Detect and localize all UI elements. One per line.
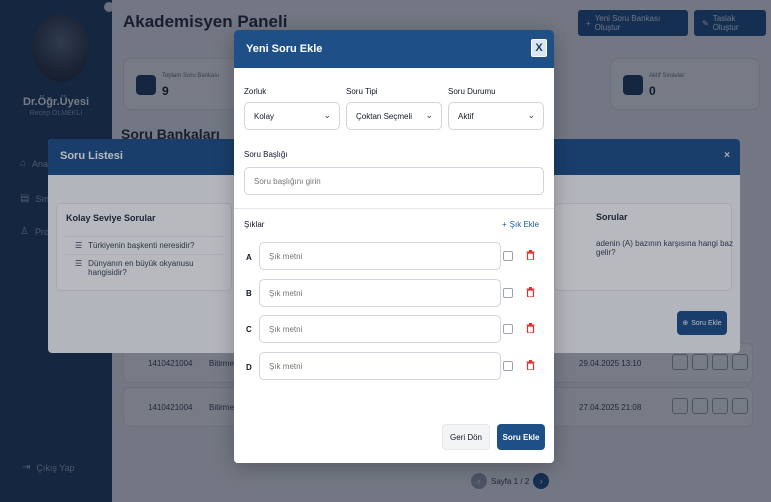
correct-answer-checkbox[interactable] bbox=[503, 324, 513, 334]
submit-question-button[interactable]: Soru Ekle bbox=[497, 424, 545, 450]
question-type-select[interactable]: Çoktan Seçmeli ⌄ bbox=[346, 102, 442, 130]
trash-icon[interactable] bbox=[526, 287, 535, 297]
chevron-down-icon: ⌄ bbox=[425, 110, 433, 120]
type-label: Soru Tipi bbox=[346, 87, 378, 96]
trash-icon[interactable] bbox=[526, 323, 535, 333]
correct-answer-checkbox[interactable] bbox=[503, 288, 513, 298]
question-title-input[interactable] bbox=[244, 167, 544, 195]
back-button[interactable]: Geri Dön bbox=[442, 424, 490, 450]
divider bbox=[234, 208, 554, 209]
correct-answer-checkbox[interactable] bbox=[503, 361, 513, 371]
correct-answer-checkbox[interactable] bbox=[503, 251, 513, 261]
plus-icon: + bbox=[502, 220, 507, 229]
question-title-label: Soru Başlığı bbox=[244, 150, 288, 159]
trash-icon[interactable] bbox=[526, 250, 535, 260]
option-letter: A bbox=[246, 253, 252, 262]
add-option-button[interactable]: + Şık Ekle bbox=[502, 220, 539, 229]
option-input-c[interactable] bbox=[259, 315, 501, 343]
option-letter: C bbox=[246, 325, 252, 334]
question-status-select[interactable]: Aktif ⌄ bbox=[448, 102, 544, 130]
new-question-modal: Yeni Soru Ekle X Zorluk Soru Tipi Soru D… bbox=[234, 30, 554, 463]
chevron-down-icon: ⌄ bbox=[323, 110, 331, 120]
difficulty-select[interactable]: Kolay ⌄ bbox=[244, 102, 340, 130]
chevron-down-icon: ⌄ bbox=[527, 110, 535, 120]
status-label: Soru Durumu bbox=[448, 87, 496, 96]
difficulty-label: Zorluk bbox=[244, 87, 267, 96]
modal-title: Yeni Soru Ekle bbox=[246, 43, 323, 55]
options-label: Şıklar bbox=[244, 220, 265, 229]
trash-icon[interactable] bbox=[526, 360, 535, 370]
option-letter: D bbox=[246, 363, 252, 372]
option-input-d[interactable] bbox=[259, 352, 501, 380]
option-letter: B bbox=[246, 289, 252, 298]
modal-header: Yeni Soru Ekle X bbox=[234, 30, 554, 68]
option-input-b[interactable] bbox=[259, 279, 501, 307]
modal-footer: Geri Dön Soru Ekle bbox=[234, 408, 554, 463]
close-button[interactable]: X bbox=[531, 39, 547, 57]
option-input-a[interactable] bbox=[259, 242, 501, 270]
